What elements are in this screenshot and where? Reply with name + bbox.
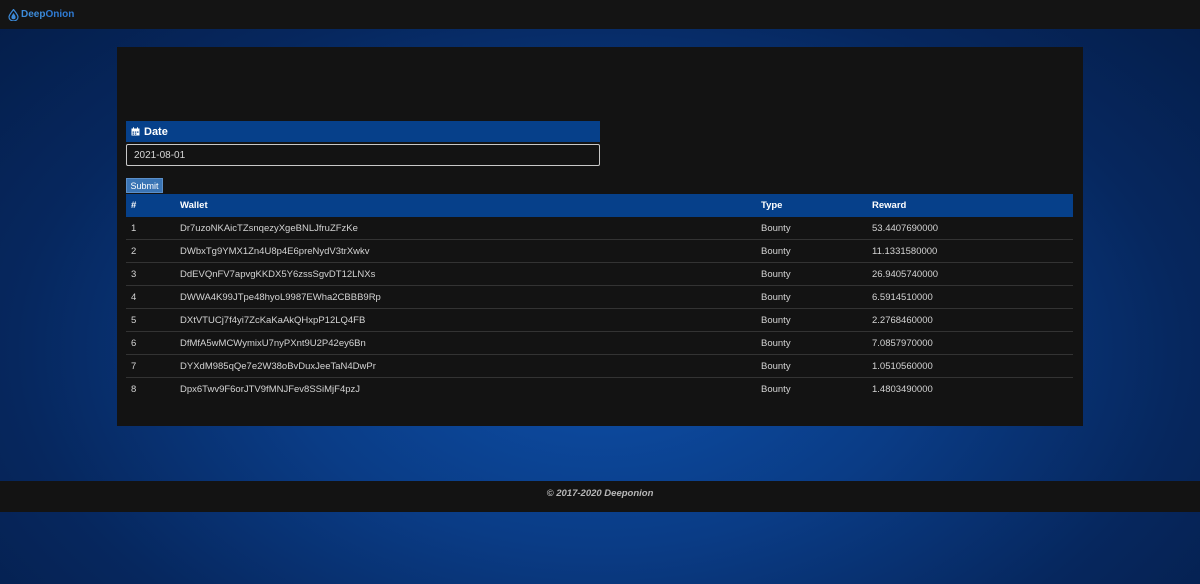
cell-type: Bounty <box>761 285 872 309</box>
cell-wallet: DWbxTg9YMX1Zn4U8p4E6preNydV3trXwkv <box>180 239 761 263</box>
cell-type: Bounty <box>761 308 872 332</box>
cell-wallet: DdEVQnFV7apvgKKDX5Y6zssSgvDT12LNXs <box>180 262 761 286</box>
brand-name-part2: Onion <box>45 9 75 20</box>
calendar-icon <box>131 127 140 136</box>
cell-reward: 2.2768460000 <box>872 308 1073 332</box>
brand-logo-link[interactable]: Deep Onion <box>8 9 74 21</box>
column-header-num: # <box>131 200 137 211</box>
cell-reward: 1.0510560000 <box>872 354 1073 378</box>
cell-type: Bounty <box>761 383 791 395</box>
table-row: 1 Dr7uzoNKAicTZsnqezyXgeBNLJfruZFzKe Bou… <box>126 217 1073 240</box>
table-row: 3 DdEVQnFV7apvgKKDX5Y6zssSgvDT12LNXs Bou… <box>126 262 1073 286</box>
cell-type: Bounty <box>761 354 872 378</box>
cell-num: 7 <box>126 354 180 378</box>
date-input[interactable] <box>126 144 600 166</box>
cell-type: Bounty <box>761 331 872 355</box>
column-header-type: Type <box>761 200 783 211</box>
column-header-reward: Reward <box>872 200 907 211</box>
cell-wallet: DYXdM985qQe7e2W38oBvDuxJeeTaN4DwPr <box>180 354 761 378</box>
cell-type: Bounty <box>761 262 872 286</box>
cell-num: 5 <box>126 308 180 332</box>
table-row: 6 DfMfA5wMCWymixU7nyPXnt9U2P42ey6Bn Boun… <box>126 331 1073 355</box>
cell-wallet: DfMfA5wMCWymixU7nyPXnt9U2P42ey6Bn <box>180 331 761 355</box>
date-label: Date <box>144 125 168 138</box>
cell-wallet: DWWA4K99JTpe48hyoL9987EWha2CBBB9Rp <box>180 285 761 309</box>
cell-num: 1 <box>126 217 180 240</box>
date-field-header: Date <box>126 121 600 142</box>
table-row: 4 DWWA4K99JTpe48hyoL9987EWha2CBBB9Rp Bou… <box>126 285 1073 309</box>
submit-button[interactable]: Submit <box>126 178 163 193</box>
cell-reward: 53.4407690000 <box>872 217 1073 240</box>
table-header-row: # Wallet Type Reward <box>126 194 1073 217</box>
cell-num: 4 <box>126 285 180 309</box>
rewards-panel: Date Submit # Wallet Type Reward 1 Dr7uz… <box>117 47 1083 426</box>
cell-wallet: Dr7uzoNKAicTZsnqezyXgeBNLJfruZFzKe <box>180 217 761 240</box>
cell-num: 2 <box>126 239 180 263</box>
cell-num: 6 <box>126 331 180 355</box>
table-row: 5 DXtVTUCj7f4yi7ZcKaKaAkQHxpP12LQ4FB Bou… <box>126 308 1073 332</box>
cell-reward: 26.9405740000 <box>872 262 1073 286</box>
top-navbar: Deep Onion <box>0 0 1200 29</box>
footer: © 2017-2020 Deeponion <box>0 481 1200 512</box>
cell-type: Bounty <box>761 217 872 240</box>
table-row: 2 DWbxTg9YMX1Zn4U8p4E6preNydV3trXwkv Bou… <box>126 239 1073 263</box>
table-row: 8 Dpx6Twv9F6orJTV9fMNJFev8SSiMjF4pzJ Bou… <box>126 378 1073 401</box>
cell-reward: 1.4803490000 <box>872 383 933 395</box>
footer-copyright: © 2017-2020 Deeponion <box>546 488 654 499</box>
brand-name-part1: Deep <box>21 9 46 20</box>
cell-wallet: Dpx6Twv9F6orJTV9fMNJFev8SSiMjF4pzJ <box>180 383 361 395</box>
table-row: 7 DYXdM985qQe7e2W38oBvDuxJeeTaN4DwPr Bou… <box>126 354 1073 378</box>
onion-drop-icon <box>8 9 19 21</box>
cell-reward: 11.1331580000 <box>872 239 1073 263</box>
cell-reward: 7.0857970000 <box>872 331 1073 355</box>
rewards-table: # Wallet Type Reward 1 Dr7uzoNKAicTZsnqe… <box>126 194 1073 400</box>
cell-num: 3 <box>126 262 180 286</box>
column-header-wallet: Wallet <box>180 200 208 211</box>
cell-num: 8 <box>131 383 137 395</box>
cell-type: Bounty <box>761 239 872 263</box>
cell-reward: 6.5914510000 <box>872 285 1073 309</box>
cell-wallet: DXtVTUCj7f4yi7ZcKaKaAkQHxpP12LQ4FB <box>180 308 761 332</box>
